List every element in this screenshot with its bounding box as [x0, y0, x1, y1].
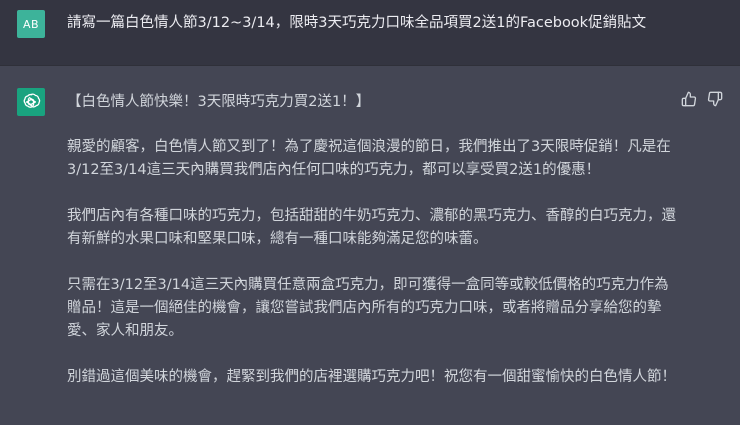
assistant-avatar [17, 88, 45, 116]
thumbs-up-button[interactable] [680, 90, 698, 108]
openai-logo-icon [23, 93, 41, 108]
post-title: 【白色情人節快樂！3天限時巧克力買2送1！】 [67, 94, 371, 110]
user-message-text: 請寫一篇白色情人節3/12~3/14，限時3天巧克力口味全品項買2送1的Face… [67, 15, 647, 31]
user-avatar: AB [17, 10, 45, 38]
paragraph-offer: 只需在3/12至3/14這三天內購買任意兩盒巧克力，即可獲得一盒同等或較低價格的… [67, 277, 669, 339]
thumbs-up-icon [681, 91, 697, 107]
user-message-row: AB 請寫一篇白色情人節3/12~3/14，限時3天巧克力口味全品項買2送1的F… [0, 0, 740, 66]
paragraph-flavors: 我們店內有各種口味的巧克力，包括甜甜的牛奶巧克力、濃郁的黑巧克力、香醇的白巧克力… [67, 208, 676, 247]
paragraph-greeting: 親愛的顧客，白色情人節又到了！為了慶祝這個浪漫的節日，我們推出了3天限時促銷！凡… [67, 139, 671, 178]
thumbs-down-button[interactable] [706, 90, 724, 108]
thumbs-down-icon [707, 91, 723, 107]
paragraph-closing: 別錯過這個美味的機會，趕緊到我們的店裡選購巧克力吧！祝您有一個甜蜜愉快的白色情人… [67, 369, 676, 385]
assistant-message-text: 【白色情人節快樂！3天限時巧克力買2送1！】 親愛的顧客，白色情人節又到了！為了… [67, 91, 677, 412]
assistant-message-row: 【白色情人節快樂！3天限時巧克力買2送1！】 親愛的顧客，白色情人節又到了！為了… [0, 66, 740, 425]
feedback-buttons [680, 90, 724, 108]
